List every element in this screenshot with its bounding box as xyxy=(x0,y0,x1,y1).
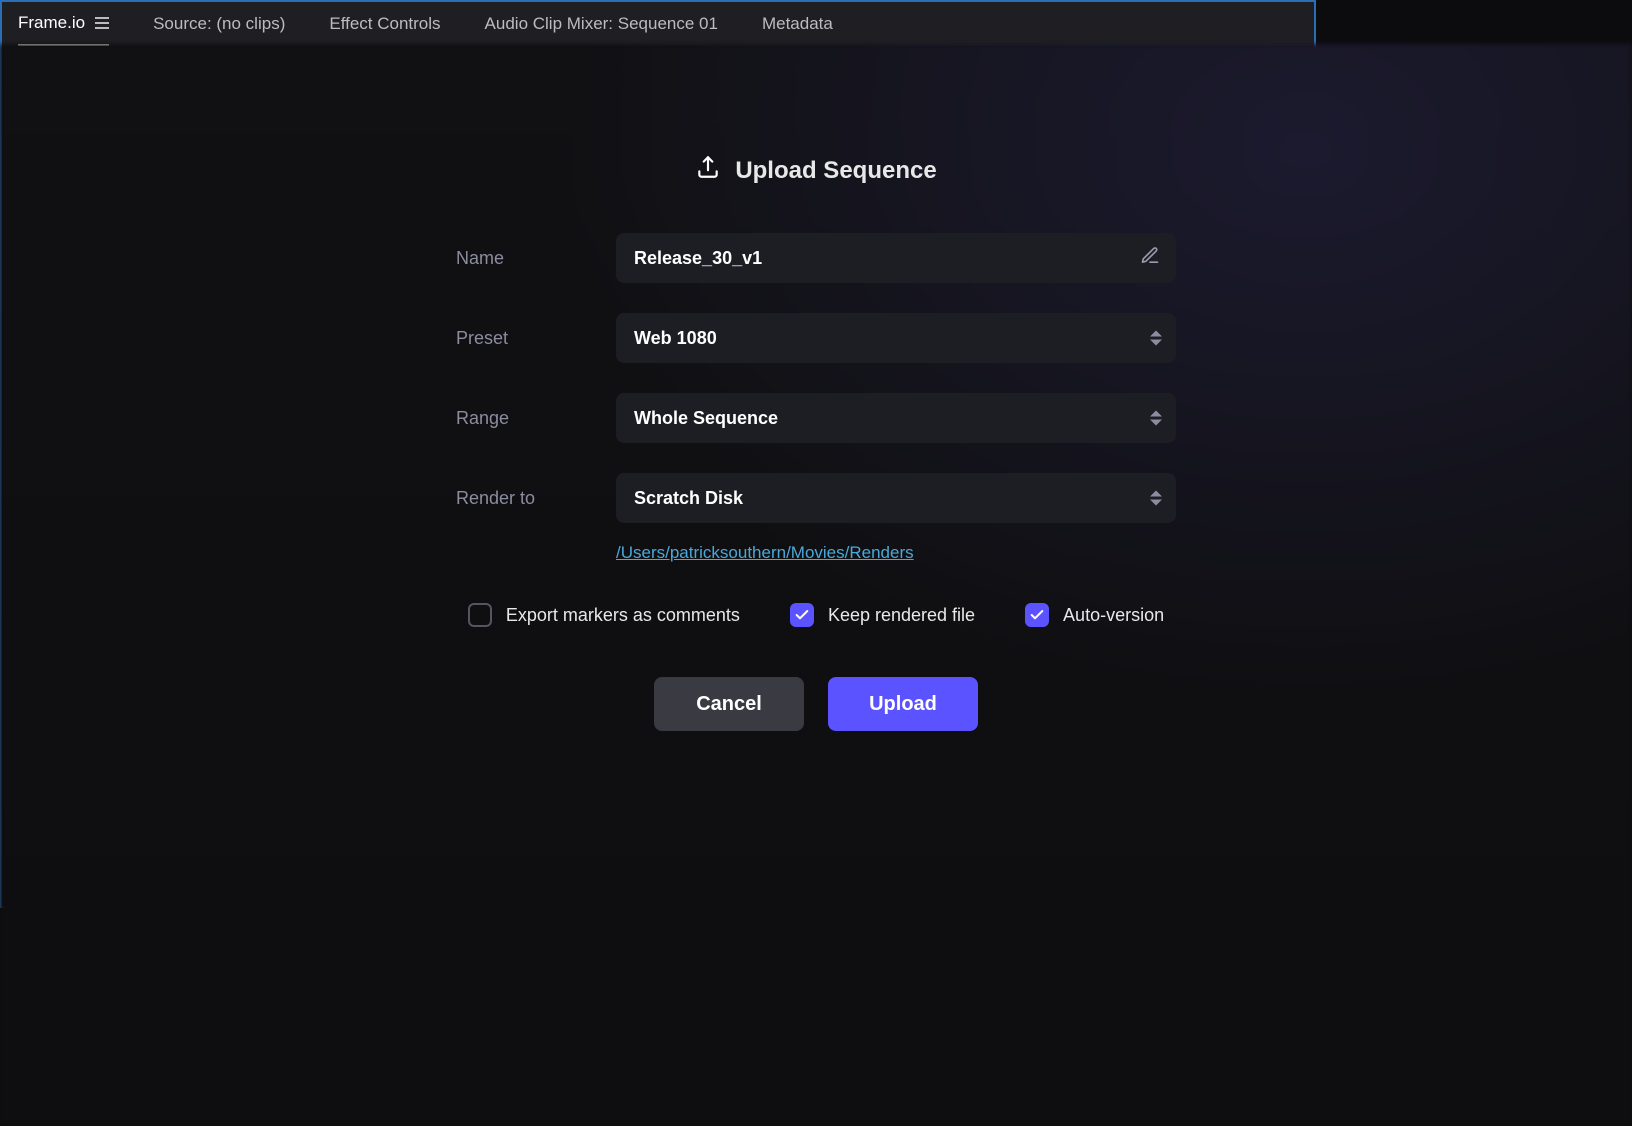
tab-frameio[interactable]: Frame.io xyxy=(18,2,109,46)
tab-metadata-label: Metadata xyxy=(762,14,833,34)
render-to-stepper-icon[interactable] xyxy=(1150,491,1162,506)
tab-metadata[interactable]: Metadata xyxy=(762,2,833,46)
auto-version-checkbox[interactable]: Auto-version xyxy=(1025,603,1164,627)
name-field[interactable]: Release_30_v1 xyxy=(616,233,1176,283)
checkbox-icon xyxy=(468,603,492,627)
checkbox-checked-icon xyxy=(790,603,814,627)
range-select[interactable]: Whole Sequence xyxy=(616,393,1176,443)
checkbox-checked-icon xyxy=(1025,603,1049,627)
modal-title-row: Upload Sequence xyxy=(456,154,1176,187)
tab-source[interactable]: Source: (no clips) xyxy=(153,2,285,46)
range-value: Whole Sequence xyxy=(634,408,778,429)
pencil-icon[interactable] xyxy=(1140,246,1160,271)
export-markers-checkbox[interactable]: Export markers as comments xyxy=(468,603,740,627)
modal-title: Upload Sequence xyxy=(735,157,936,185)
tab-mixer-label: Audio Clip Mixer: Sequence 01 xyxy=(485,14,718,34)
auto-version-label: Auto-version xyxy=(1063,605,1164,626)
label-render-to: Render to xyxy=(456,488,616,509)
preset-value: Web 1080 xyxy=(634,328,717,349)
panel-tabbar: Frame.io Source: (no clips) Effect Contr… xyxy=(2,2,1314,46)
tab-audio-mixer[interactable]: Audio Clip Mixer: Sequence 01 xyxy=(485,2,718,46)
render-path-link[interactable]: /Users/patricksouthern/Movies/Renders xyxy=(616,543,914,562)
label-range: Range xyxy=(456,408,616,429)
render-to-value: Scratch Disk xyxy=(634,488,743,509)
tab-effect-label: Effect Controls xyxy=(329,14,440,34)
name-value: Release_30_v1 xyxy=(634,248,762,269)
upload-sequence-modal: Upload Sequence Name Release_30_v1 Prese… xyxy=(0,44,1632,1126)
tab-effect-controls[interactable]: Effect Controls xyxy=(329,2,440,46)
upload-icon xyxy=(695,154,721,187)
label-name: Name xyxy=(456,248,616,269)
tab-frameio-label: Frame.io xyxy=(18,13,85,33)
keep-rendered-label: Keep rendered file xyxy=(828,605,975,626)
render-to-select[interactable]: Scratch Disk xyxy=(616,473,1176,523)
preset-select[interactable]: Web 1080 xyxy=(616,313,1176,363)
panel-menu-icon[interactable] xyxy=(95,17,109,29)
tab-source-label: Source: (no clips) xyxy=(153,14,285,34)
cancel-button[interactable]: Cancel xyxy=(654,677,804,731)
keep-rendered-checkbox[interactable]: Keep rendered file xyxy=(790,603,975,627)
label-preset: Preset xyxy=(456,328,616,349)
upload-button[interactable]: Upload xyxy=(828,677,978,731)
preset-stepper-icon[interactable] xyxy=(1150,331,1162,346)
export-markers-label: Export markers as comments xyxy=(506,605,740,626)
range-stepper-icon[interactable] xyxy=(1150,411,1162,426)
